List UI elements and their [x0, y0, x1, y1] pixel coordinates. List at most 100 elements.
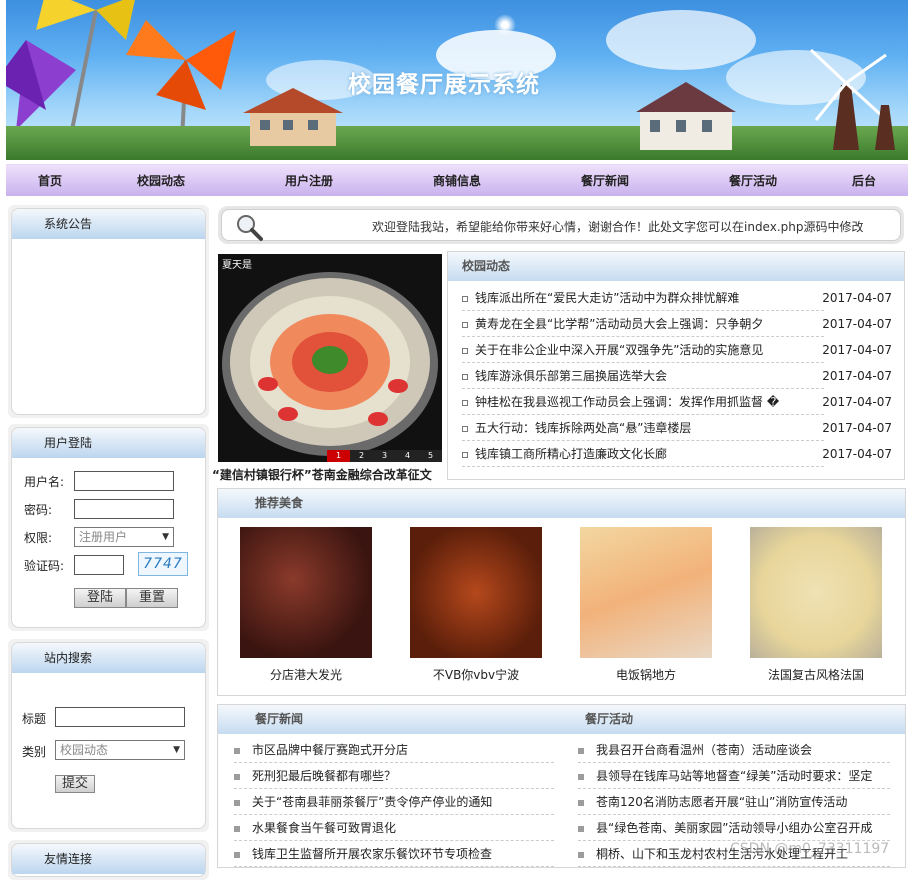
magnifier-icon	[237, 215, 263, 241]
restaurant-events-item-text[interactable]: 县“绿色苍南、美丽家园”活动领导小组办公室召开成	[596, 821, 872, 835]
campus-news-date: 2017-04-07	[822, 369, 892, 383]
pager-2[interactable]: 2	[350, 450, 373, 462]
house-left	[243, 88, 343, 146]
campus-news-item[interactable]: 五大行动：钱库拆除两处高“悬”违章楼层 2017-04-07	[462, 415, 892, 441]
restaurant-events-item[interactable]: 县“绿色苍南、美丽家园”活动领导小组办公室召开成	[578, 815, 890, 841]
captcha-label: 验证码:	[24, 559, 65, 573]
food-caption-3[interactable]: 电饭锅地方	[580, 666, 712, 683]
bullet-icon	[578, 773, 584, 780]
food-caption-4[interactable]: 法国复古风格法国	[750, 666, 882, 683]
password-label: 密码:	[24, 503, 53, 517]
keyword-label: 标题	[22, 712, 47, 726]
bullet-icon	[462, 321, 468, 328]
pager-3[interactable]: 3	[373, 450, 396, 462]
role-select-value: 注册用户	[79, 530, 128, 544]
login-button[interactable]: 登陆	[74, 588, 126, 608]
nav-item-register[interactable]: 用户注册	[285, 165, 333, 197]
recommended-food-box: 推荐美食 分店港大发光 不VB你vbv宁波 电饭锅地方 法国复古风格法国	[217, 488, 906, 696]
restaurant-events-item[interactable]: 县领导在钱库马站等地督查“绿美”活动时要求：坚定	[578, 763, 890, 789]
search-submit-button[interactable]: 提交	[55, 775, 95, 793]
campus-news-text[interactable]: 黄寿龙在全县“比学帮”活动动员大会上强调：只争朝夕	[475, 317, 763, 331]
keyword-input[interactable]	[55, 707, 185, 727]
category-label: 类别	[22, 745, 47, 759]
pager-4[interactable]: 4	[396, 450, 419, 462]
reset-button[interactable]: 重置	[126, 588, 178, 608]
login-panel: 用户登陆 用户名: 密码: 权限: 注册用户 ▼ 验证码: 7747 登陆 重置	[8, 424, 209, 631]
food-caption-2[interactable]: 不VB你vbv宁波	[410, 666, 542, 683]
restaurant-news-item-text[interactable]: 市区品牌中餐厅赛跑式开分店	[252, 743, 408, 757]
bullet-icon	[234, 825, 240, 832]
campus-news-date: 2017-04-07	[822, 291, 892, 305]
campus-news-item[interactable]: 钱库派出所在“爱民大走访”活动中为群众排忧解难 2017-04-07	[462, 285, 892, 311]
food-image-2[interactable]	[410, 527, 542, 658]
bullet-icon	[578, 747, 584, 754]
password-input[interactable]	[74, 499, 174, 519]
campus-news-text[interactable]: 钱库游泳俱乐部第三届换届选举大会	[475, 369, 667, 383]
restaurant-news-item[interactable]: 水果餐食当午餐可致胃退化	[234, 815, 554, 841]
campus-news-text[interactable]: 五大行动：钱库拆除两处高“悬”违章楼层	[475, 421, 691, 435]
nav-item-home[interactable]: 首页	[38, 165, 62, 197]
slideshow-caption[interactable]: “建信村镇银行杯”苍南金融综合改革征文	[212, 466, 444, 483]
campus-news-text[interactable]: 钱库镇工商所精心打造廉政文化长廊	[475, 447, 667, 461]
bullet-icon	[234, 747, 240, 754]
restaurant-events-item[interactable]: 苍南120名消防志愿者开展“驻山”消防宣传活动	[578, 789, 890, 815]
restaurant-news-item-text[interactable]: 钱库卫生监督所开展农家乐餐饮环节专项检查	[252, 847, 492, 861]
captcha-input[interactable]	[74, 555, 124, 575]
campus-news-item[interactable]: 钱库游泳俱乐部第三届换届选举大会 2017-04-07	[462, 363, 892, 389]
nav-item-campus-news[interactable]: 校园动态	[137, 165, 185, 197]
restaurant-news-item[interactable]: 关于“苍南县菲丽茶餐厅”责令停产停业的通知	[234, 789, 554, 815]
pager-5[interactable]: 5	[419, 450, 442, 462]
restaurant-events-item[interactable]: 我县召开台商看温州（苍南）活动座谈会	[578, 737, 890, 763]
campus-news-item[interactable]: 黄寿龙在全县“比学帮”活动动员大会上强调：只争朝夕 2017-04-07	[462, 311, 892, 337]
campus-news-item[interactable]: 关于在非公企业中深入开展“双强争先”活动的实施意见 2017-04-07	[462, 337, 892, 363]
role-select[interactable]: 注册用户 ▼	[74, 527, 174, 547]
category-select[interactable]: 校园动态 ▼	[55, 740, 185, 760]
captcha-image[interactable]: 7747	[138, 552, 188, 576]
bullet-icon	[462, 373, 468, 380]
food-image-4[interactable]	[750, 527, 882, 658]
restaurant-news-item-text[interactable]: 关于“苍南县菲丽茶餐厅”责令停产停业的通知	[252, 795, 492, 809]
campus-news-item[interactable]: 钟桂松在我县巡视工作动员会上强调：发挥作用抓监督 � 2017-04-07	[462, 389, 892, 415]
campus-news-date: 2017-04-07	[822, 421, 892, 435]
username-input[interactable]	[74, 471, 174, 491]
links-title: 友情连接	[12, 844, 205, 874]
restaurant-events-item-text[interactable]: 我县召开台商看温州（苍南）活动座谈会	[596, 743, 812, 757]
campus-news-text[interactable]: 关于在非公企业中深入开展“双强争先”活动的实施意见	[475, 343, 763, 357]
nav-item-shops[interactable]: 商铺信息	[433, 165, 481, 197]
campus-news-text[interactable]: 钟桂松在我县巡视工作动员会上强调：发挥作用抓监督 �	[475, 395, 779, 409]
restaurant-events-item-text[interactable]: 苍南120名消防志愿者开展“驻山”消防宣传活动	[596, 795, 847, 809]
campus-news-date: 2017-04-07	[822, 317, 892, 331]
notice-panel: 系统公告	[8, 205, 209, 418]
role-label: 权限:	[24, 531, 53, 545]
csdn-watermark: CSDN @m0_73311197	[730, 841, 890, 857]
bullet-icon	[462, 347, 468, 354]
nav-item-restaurant-events[interactable]: 餐厅活动	[729, 165, 777, 197]
links-panel: 友情连接	[8, 840, 209, 880]
category-select-value: 校园动态	[60, 743, 109, 757]
bullet-icon	[578, 851, 584, 858]
nav-item-admin[interactable]: 后台	[852, 165, 876, 197]
campus-news-title: 校园动态	[448, 252, 904, 281]
search-panel: 站内搜索 标题 类别 校园动态 ▼ 提交	[8, 639, 209, 832]
nav-item-restaurant-news[interactable]: 餐厅新闻	[581, 165, 629, 197]
campus-news-item[interactable]: 钱库镇工商所精心打造廉政文化长廊 2017-04-07	[462, 441, 892, 467]
house-right	[636, 82, 736, 150]
bullet-icon	[462, 295, 468, 302]
slideshow-watermark: 夏天是	[222, 260, 252, 271]
food-caption-1[interactable]: 分店港大发光	[240, 666, 372, 683]
restaurant-news-item-text[interactable]: 死刑犯最后晚餐都有哪些？	[252, 769, 396, 783]
notice-title: 系统公告	[12, 209, 205, 239]
restaurant-news-item[interactable]: 市区品牌中餐厅赛跑式开分店	[234, 737, 554, 763]
welcome-bar: 欢迎登陆我站，希望能给你带来好心情，谢谢合作！此处文字您可以在index.php…	[218, 206, 904, 244]
food-image-1[interactable]	[240, 527, 372, 658]
restaurant-events-item-text[interactable]: 县领导在钱库马站等地督查“绿美”活动时要求：坚定	[596, 769, 872, 783]
restaurant-news-item-text[interactable]: 水果餐食当午餐可致胃退化	[252, 821, 396, 835]
restaurant-news-item[interactable]: 钱库卫生监督所开展农家乐餐饮环节专项检查	[234, 841, 554, 867]
campus-news-text[interactable]: 钱库派出所在“爱民大走访”活动中为群众排忧解难	[475, 291, 739, 305]
restaurant-news-item[interactable]: 死刑犯最后晚餐都有哪些？	[234, 763, 554, 789]
slideshow[interactable]: 夏天是 1 2 3 4 5	[218, 254, 442, 462]
bullet-icon	[462, 399, 468, 406]
food-image-3[interactable]	[580, 527, 712, 658]
campus-news-date: 2017-04-07	[822, 395, 892, 409]
pager-1[interactable]: 1	[327, 450, 350, 462]
